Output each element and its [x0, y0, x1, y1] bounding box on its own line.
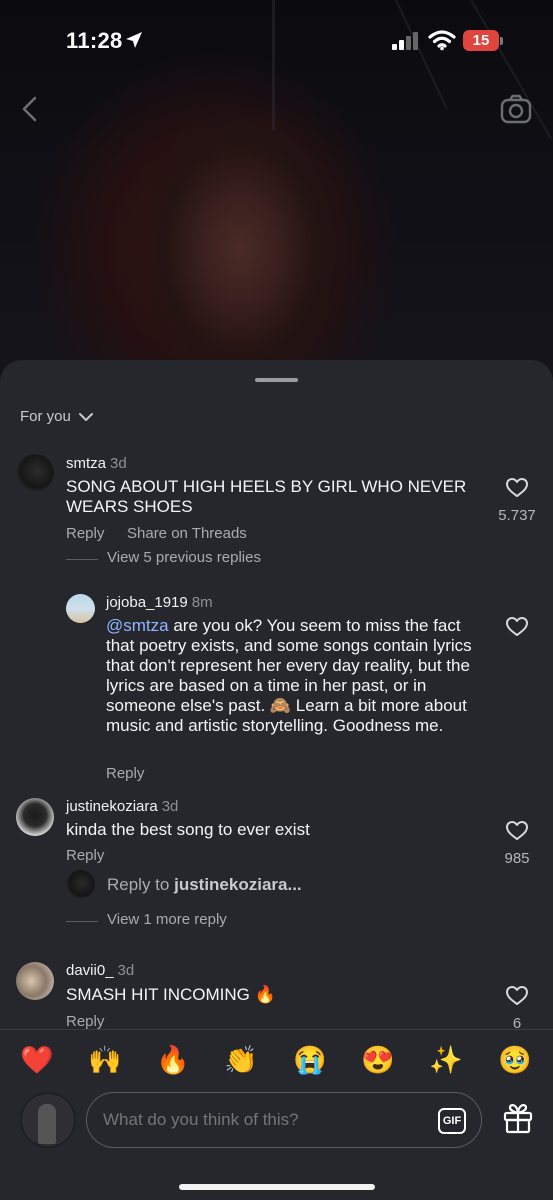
comment-text: kinda the best song to ever exist — [66, 820, 310, 839]
comment-text: @smtza are you ok? You seem to miss the … — [106, 616, 486, 736]
comment-item: smtza 3d SONG ABOUT HIGH HEELS BY GIRL WH… — [0, 360, 553, 580]
wifi-icon — [428, 30, 456, 51]
heart-icon[interactable] — [506, 821, 528, 841]
comment-input[interactable] — [103, 1110, 403, 1130]
reply-button[interactable]: Reply — [66, 847, 104, 864]
reaction-bar: ❤️ 🙌 🔥 👏 😭 😍 ✨ 🥹 — [0, 1042, 553, 1078]
username[interactable]: smtza — [66, 455, 106, 472]
username[interactable]: justinekoziara — [66, 798, 158, 815]
my-avatar — [20, 1092, 76, 1148]
location-arrow-icon — [126, 32, 142, 48]
reply-item: jojoba_1919 8m @smtza are you ok? You see… — [0, 586, 553, 786]
reaction-pleading[interactable]: 🥹 — [495, 1042, 535, 1078]
view-more-replies-button[interactable]: View 1 more reply — [107, 911, 227, 928]
comment-username[interactable]: jojoba_1919 8m — [106, 594, 213, 611]
heart-icon[interactable] — [506, 617, 528, 637]
reaction-clap[interactable]: 👏 — [221, 1042, 261, 1078]
comment-username[interactable]: smtza 3d — [66, 455, 127, 472]
avatar[interactable] — [16, 962, 54, 1000]
reply-to-prefix: Reply to — [107, 875, 175, 894]
signal-icon — [392, 32, 418, 50]
reply-to-input[interactable]: Reply to justinekoziara... — [107, 875, 302, 895]
comment-text: SMASH HIT INCOMING 🔥 — [66, 985, 276, 1004]
my-avatar-small — [66, 870, 95, 899]
comment-time: 3d — [161, 798, 179, 815]
reply-button[interactable]: Reply — [106, 765, 144, 782]
reaction-crying[interactable]: 😭 — [290, 1042, 330, 1078]
share-on-threads-button[interactable]: Share on Threads — [127, 525, 247, 542]
comment-time: 3d — [117, 962, 135, 979]
reply-button[interactable]: Reply — [66, 1013, 104, 1030]
heart-icon[interactable] — [506, 478, 528, 498]
avatar[interactable] — [66, 594, 95, 623]
comment-text: SONG ABOUT HIGH HEELS BY GIRL WHO NEVER … — [66, 477, 467, 516]
comment-time: 3d — [110, 455, 127, 472]
comment-input-field[interactable]: GIF — [86, 1092, 482, 1148]
comment-item: davii0_ 3d SMASH HIT INCOMING 🔥 Reply 6 — [0, 956, 553, 1030]
gif-button[interactable]: GIF — [438, 1108, 466, 1134]
reaction-heart-eyes[interactable]: 😍 — [358, 1042, 398, 1078]
reaction-raised-hands[interactable]: 🙌 — [85, 1042, 125, 1078]
comment-time: 8m — [191, 594, 213, 611]
battery-indicator: 15 — [463, 30, 499, 51]
reaction-heart[interactable]: ❤️ — [17, 1042, 57, 1078]
comment-username[interactable]: justinekoziara 3d — [66, 798, 178, 815]
comment-composer: ❤️ 🙌 🔥 👏 😭 😍 ✨ 🥹 GIF — [0, 1030, 553, 1200]
mention-link[interactable]: @smtza — [106, 616, 169, 635]
reply-to-user: justinekoziara... — [174, 875, 302, 894]
avatar[interactable] — [16, 798, 54, 836]
username[interactable]: davii0_ — [66, 962, 114, 979]
replies-divider — [66, 921, 98, 922]
home-indicator[interactable] — [179, 1184, 375, 1190]
comment-list: smtza 3d SONG ABOUT HIGH HEELS BY GIRL WH… — [0, 360, 553, 1030]
back-icon[interactable] — [18, 96, 42, 122]
like-count: 5.737 — [498, 507, 536, 524]
replies-divider — [66, 559, 98, 560]
reply-button[interactable]: Reply — [66, 525, 104, 542]
camera-icon[interactable] — [500, 94, 532, 124]
screen: 11:28 15 For you smtza 3d SONG ABOUT HIG… — [0, 0, 553, 1200]
heart-icon[interactable] — [506, 986, 528, 1006]
avatar[interactable] — [16, 454, 54, 492]
like-count: 985 — [504, 850, 530, 867]
reaction-sparkles[interactable]: ✨ — [426, 1042, 466, 1078]
view-previous-replies-button[interactable]: View 5 previous replies — [107, 549, 261, 566]
username[interactable]: jojoba_1919 — [106, 594, 188, 611]
gift-icon[interactable] — [503, 1102, 533, 1134]
status-bar: 11:28 15 — [0, 0, 553, 80]
like-count: 6 — [512, 1015, 522, 1030]
comment-username[interactable]: davii0_ 3d — [66, 962, 134, 979]
comment-item: justinekoziara 3d kinda the best song to … — [0, 792, 553, 952]
status-time: 11:28 — [66, 28, 123, 53]
battery-cap — [500, 37, 503, 45]
reaction-fire[interactable]: 🔥 — [153, 1042, 193, 1078]
